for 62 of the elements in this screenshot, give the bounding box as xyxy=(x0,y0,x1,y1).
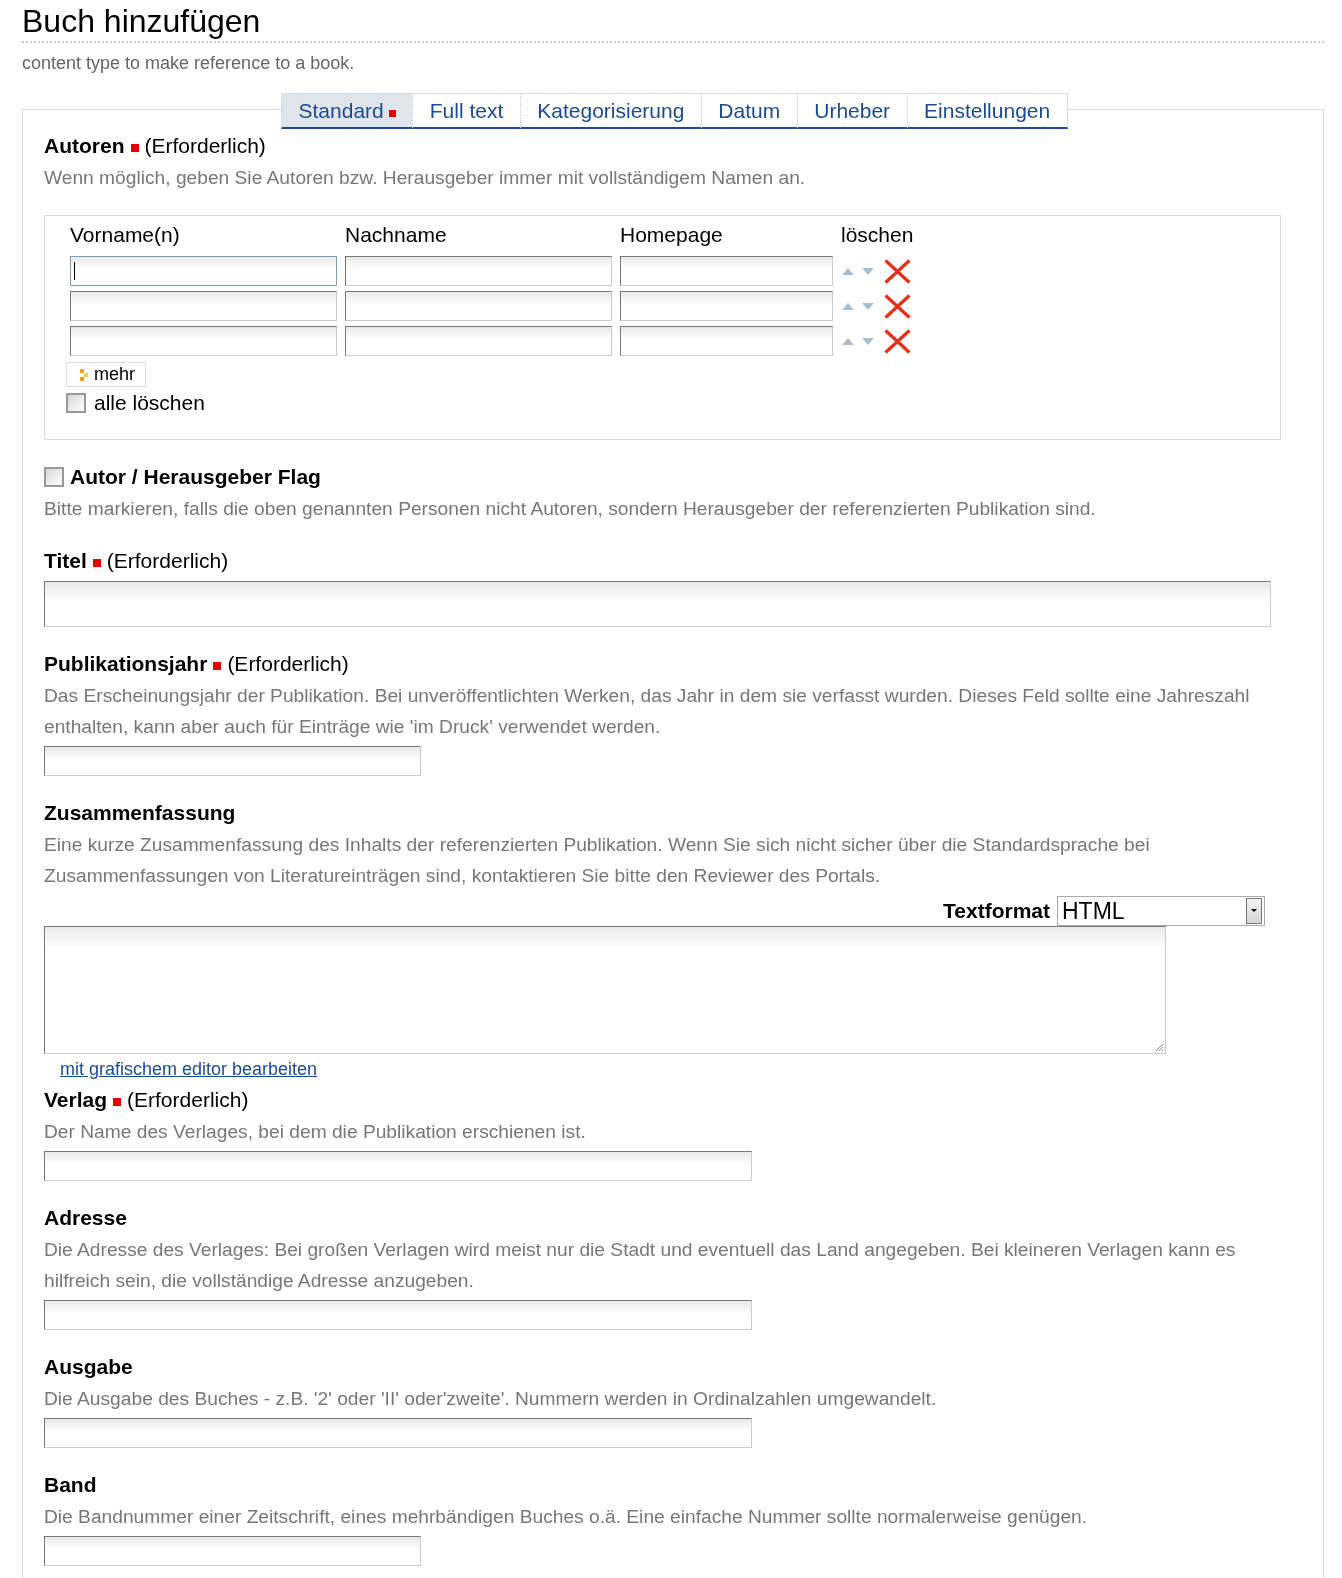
resize-grip-icon[interactable] xyxy=(1154,1042,1164,1052)
cross-icon[interactable] xyxy=(884,258,911,284)
field-description: Der Name des Verlages, bei dem die Publikation erschienen ist. xyxy=(44,1120,586,1144)
input-field[interactable] xyxy=(44,1300,752,1330)
required-note: (Erforderlich) xyxy=(227,651,349,677)
field-description: Das Erscheinungsjahr der Publikation. Bei unveröffentlichten Werken, das Jahr in dem sie verfasst wurden. Dieses Feld sollte eine Jahreszahl enthalten, kann aber auch für Einträge wie 'im Druck' verwendet werden. xyxy=(44,684,1251,739)
checkbox-label: Autor / Herausgeber Flag xyxy=(70,464,321,490)
field-description: Bitte markieren, falls die oben genannten Personen nicht Autoren, sondern Herausgeber der referenzierten Publikation sind. xyxy=(44,497,1096,521)
input-field[interactable] xyxy=(70,256,337,286)
field-label: Titel xyxy=(44,548,87,574)
more-button[interactable]: mehr xyxy=(66,362,146,387)
input-field[interactable] xyxy=(620,326,833,356)
field-label: Ausgabe xyxy=(44,1354,133,1380)
column-heading: Nachname xyxy=(345,224,447,246)
input-field[interactable] xyxy=(44,1151,752,1181)
field-label: Publikationsjahr xyxy=(44,651,208,677)
textarea-field[interactable] xyxy=(44,926,1166,1054)
input-field[interactable] xyxy=(345,291,612,321)
field-description: Die Ausgabe des Buches - z.B. '2' oder 'II' oder'zweite'. Nummern werden in Ordinalzahlen umgewandelt. xyxy=(44,1387,937,1411)
page-title: Buch hinzufügen xyxy=(22,3,261,39)
checkbox[interactable] xyxy=(66,393,86,413)
column-heading: Homepage xyxy=(620,224,723,246)
input-field[interactable] xyxy=(44,1536,421,1566)
tab[interactable]: Datum xyxy=(700,93,797,129)
tab[interactable]: Standard xyxy=(281,93,413,129)
input-field[interactable] xyxy=(345,256,612,286)
checkbox-label: alle löschen xyxy=(94,392,205,414)
required-note: (Erforderlich) xyxy=(127,1087,249,1113)
tab[interactable]: Full text xyxy=(412,93,520,129)
chevron-icon xyxy=(80,368,88,381)
field-description: Wenn möglich, geben Sie Autoren bzw. Herausgeber immer mit vollständigem Namen an. xyxy=(44,166,806,190)
field-label: Band xyxy=(44,1472,97,1498)
page-subtitle: content type to make reference to a book. xyxy=(22,52,355,74)
tab[interactable]: Kategorisierung xyxy=(519,93,701,129)
tab[interactable]: Urheber xyxy=(796,93,907,129)
input-field[interactable] xyxy=(44,1418,752,1448)
field-description: Eine kurze Zusammenfassung des Inhalts der referenzierten Publikation. Wenn Sie sich nicht sicher über die Standardsprache bei Zusammenfassungen von Literatureinträgen sind, kontaktieren Sie bitte den Reviewer des Portals. xyxy=(44,833,1151,888)
format-label: Textformat xyxy=(943,898,1050,924)
column-heading: löschen xyxy=(841,224,914,246)
input-field[interactable] xyxy=(345,326,612,356)
checkbox[interactable] xyxy=(44,467,64,487)
cross-icon[interactable] xyxy=(884,328,911,354)
input-field[interactable] xyxy=(44,746,421,776)
field-description: Die Bandnummer einer Zeitschrift, eines mehrbändigen Buches o.ä. Eine einfache Nummer sollte normalerweise genügen. xyxy=(44,1505,1088,1529)
input-field[interactable] xyxy=(620,291,833,321)
column-heading: Vorname(n) xyxy=(70,224,180,246)
field-label: Verlag xyxy=(44,1087,108,1113)
required-note: (Erforderlich) xyxy=(144,133,266,159)
tab[interactable]: Einstellungen xyxy=(906,93,1068,129)
input-field[interactable] xyxy=(620,256,833,286)
input-field[interactable] xyxy=(70,291,337,321)
cross-icon[interactable] xyxy=(884,293,911,319)
text-cursor-icon xyxy=(74,262,75,280)
editor-link[interactable]: mit grafischem editor bearbeiten xyxy=(60,1059,318,1079)
input-field[interactable] xyxy=(70,326,337,356)
field-label: Zusammenfassung xyxy=(44,800,236,826)
field-label: Adresse xyxy=(44,1205,127,1231)
field-description: Die Adresse des Verlages: Bei großen Verlagen wird meist nur die Stadt und eventuell das Land angegeben. Bei kleineren Verlagen kann es hilfreich sein, die vollständige Adresse anzugeben. xyxy=(44,1238,1237,1293)
field-label: Autoren xyxy=(44,133,125,159)
input-field[interactable] xyxy=(44,581,1271,627)
format-select[interactable]: HTML xyxy=(1057,896,1265,926)
required-note: (Erforderlich) xyxy=(106,548,229,574)
